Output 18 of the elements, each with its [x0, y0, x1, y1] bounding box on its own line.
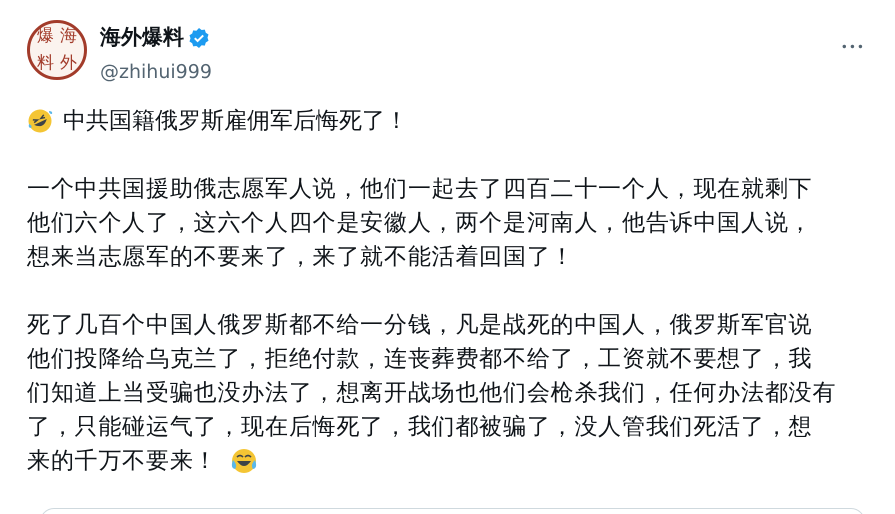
- post-text-line: 他们六个人了，这六个人四个是安徽人，两个是河南人，他告诉中国人说，: [27, 209, 812, 238]
- laughing-emoji-icon: [27, 108, 53, 134]
- author-name[interactable]: 海外爆料: [100, 22, 184, 54]
- seal-character: 外: [60, 55, 77, 72]
- post-title: 中共国籍俄罗斯雇佣军后悔死了！: [63, 107, 408, 136]
- avatar[interactable]: 爆 海 料 外: [27, 20, 87, 80]
- author-handle[interactable]: @zhihui999: [100, 58, 212, 86]
- post-text-line: 来的千万不要来！: [27, 447, 218, 476]
- post-text-line: 想来当志愿军的不要来了，来了就不能活着回国了！: [27, 243, 574, 272]
- more-button[interactable]: •••: [840, 38, 865, 56]
- seal-character: 料: [37, 55, 54, 72]
- post-text-line: 们知道上当受骗也没办法了，想离开战场也他们会枪杀我们，任何办法都没有: [27, 379, 836, 408]
- seal-character: 海: [60, 28, 77, 45]
- post-text-line: 他们投降给乌克兰了，拒绝付款，连丧葬费都不给了，工资就不要想了，我: [27, 345, 812, 374]
- post-text-line: 一个中共国援助俄志愿军人说，他们一起去了四百二十一个人，现在就剩下: [27, 175, 812, 204]
- seal-character: 爆: [37, 28, 54, 45]
- post-text-line: 了，只能碰运气了，现在后悔死了，我们都被骗了，没人管我们死活了，想: [27, 413, 812, 442]
- post-text-line: 死了几百个中国人俄罗斯都不给一分钱，凡是战死的中国人，俄罗斯军官说: [27, 311, 812, 340]
